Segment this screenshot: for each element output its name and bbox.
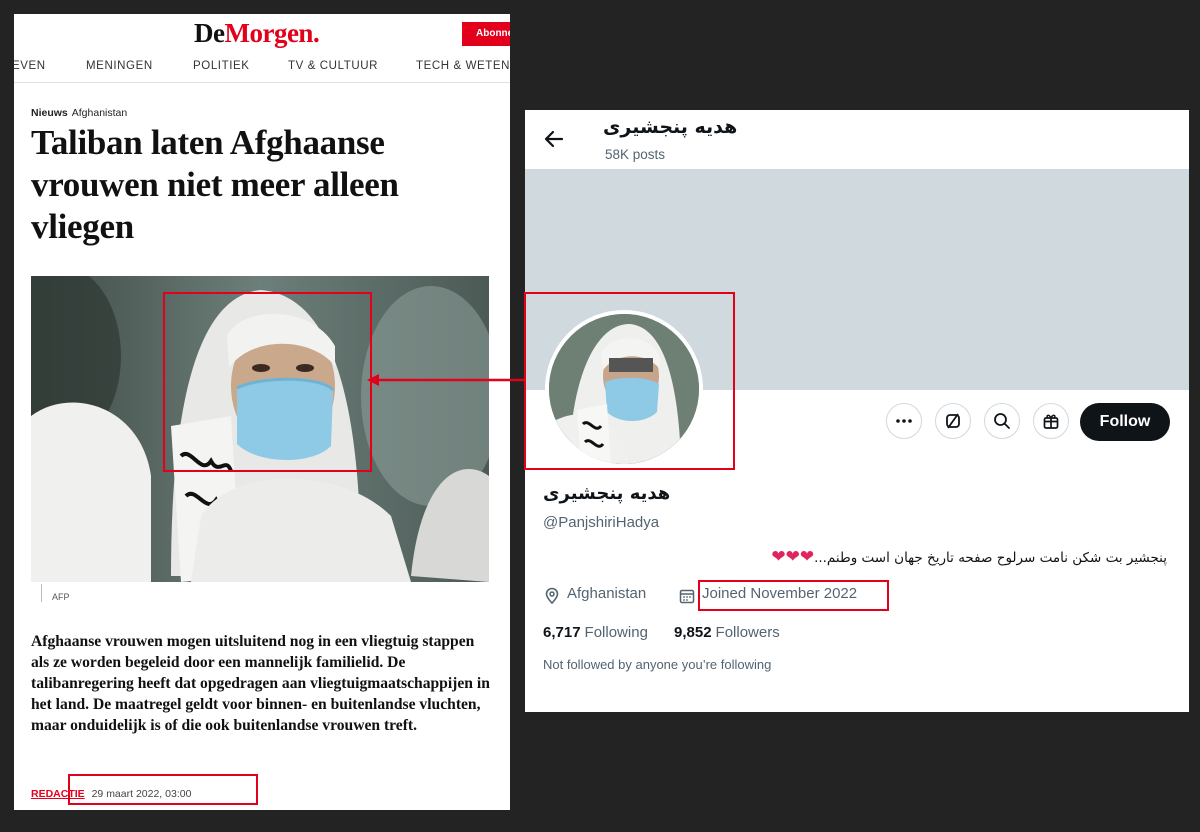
location-icon (545, 587, 559, 605)
nav-item-tech[interactable]: TECH & WETENS (416, 60, 510, 72)
bio-hearts: ❤❤❤ (771, 547, 815, 567)
highlight-profile-avatar (524, 292, 735, 470)
highlight-join-date (698, 580, 889, 611)
follow-button[interactable]: Follow (1080, 403, 1170, 441)
more-icon (896, 419, 912, 423)
article-headline: Taliban laten Afghaanse vrouwen niet mee… (31, 123, 399, 246)
grok-icon (946, 413, 960, 429)
logo-part-black: De (194, 18, 225, 48)
photo-credit-divider (41, 584, 42, 602)
section-nav: EVEN MENINGEN POLITIEK TV & CULTUUR TECH… (14, 56, 510, 78)
display-name: هدیه پنجشیری (543, 483, 671, 504)
search-profile-button[interactable] (984, 403, 1020, 439)
back-arrow-icon[interactable] (543, 128, 565, 150)
photo-credit: AFP (52, 592, 70, 602)
breadcrumb: Nieuws Afghanistan (31, 107, 127, 119)
profile-location: Afghanistan (543, 585, 646, 605)
nav-item-politiek[interactable]: POLITIEK (193, 60, 250, 72)
nav-item-tv-cultuur[interactable]: TV & CULTUUR (288, 60, 378, 72)
comparison-arrow (367, 374, 526, 386)
calendar-icon (679, 589, 695, 604)
following-count: 6,717 (543, 624, 581, 641)
following-link[interactable]: 6,717 Following (543, 624, 648, 641)
followers-link[interactable]: 9,852 Followers (674, 624, 780, 641)
post-count: 58K posts (605, 147, 666, 162)
profile-header-title: هدیه پنجشیری (603, 116, 738, 138)
nav-item-leven[interactable]: EVEN (14, 60, 46, 72)
highlight-publish-date (68, 774, 258, 805)
user-handle: @PanjshiriHadya (543, 514, 660, 531)
nav-item-meningen[interactable]: MENINGEN (86, 60, 153, 72)
highlight-article-face (163, 292, 372, 472)
demorgen-logo[interactable]: DeMorgen. (194, 18, 320, 49)
more-options-button[interactable] (886, 403, 922, 439)
mutual-follow-note: Not followed by anyone you’re following (543, 657, 772, 672)
gift-button[interactable] (1033, 403, 1069, 439)
section-label[interactable]: Nieuws (31, 107, 68, 119)
followers-label: Followers (715, 624, 780, 641)
article-lead: Afghaanse vrouwen mogen uitsluitend nog … (31, 633, 490, 734)
subscribe-button[interactable]: Abonne (462, 22, 510, 46)
gift-icon (1043, 414, 1059, 429)
bio-text: پنجشیر بت شکن نامت سرلوح صفحه تاریخ جهان… (814, 550, 1167, 566)
search-icon (994, 413, 1010, 429)
profile-bio: پنجشیر بت شکن نامت سرلوح صفحه تاریخ جهان… (771, 547, 1167, 567)
grok-button[interactable] (935, 403, 971, 439)
following-label: Following (584, 624, 648, 641)
nav-divider (14, 82, 510, 83)
followers-count: 9,852 (674, 624, 712, 641)
logo-part-red: Morgen. (224, 18, 320, 48)
topic-label[interactable]: Afghanistan (72, 107, 127, 119)
